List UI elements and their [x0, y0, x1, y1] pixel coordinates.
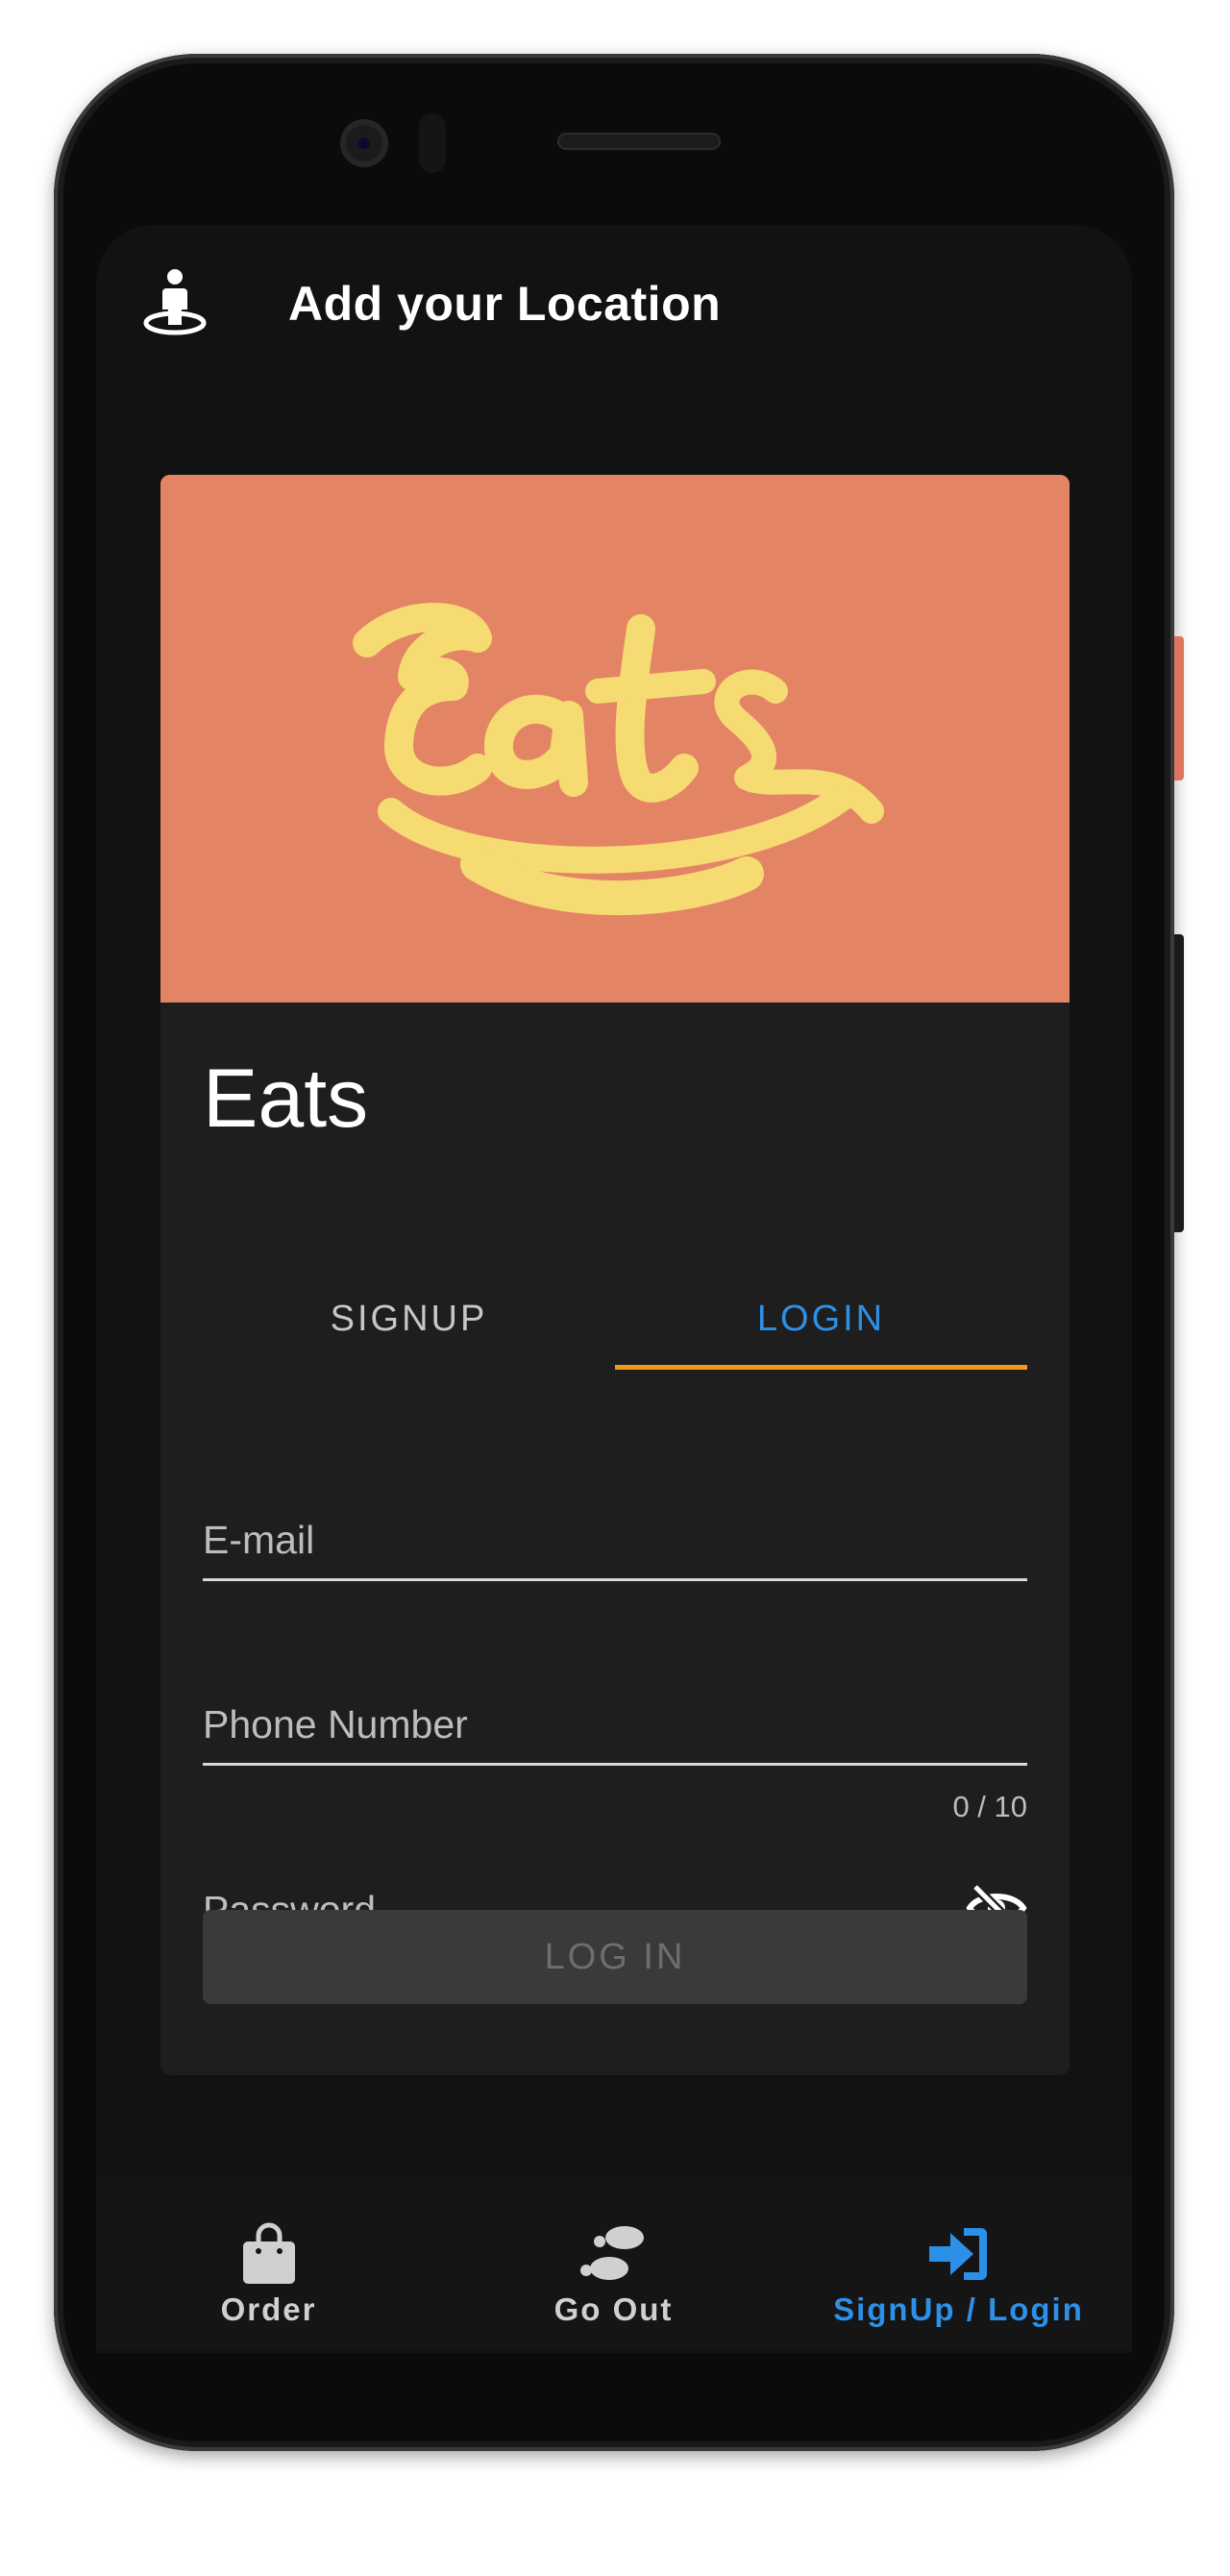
power-button — [1174, 636, 1184, 780]
earpiece-speaker — [557, 133, 721, 150]
auth-card: Eats SIGNUP LOGIN 0 / 10 LOG IN — [160, 475, 1070, 2075]
app-name: Eats — [203, 1053, 369, 1145]
phone-char-counter: 0 / 10 — [952, 1790, 1027, 1823]
bottom-navigation: Order Go Out SignUp / Login — [96, 2176, 1132, 2349]
volume-button — [1174, 934, 1184, 1232]
app-screen: Add your Location Eats SIGNUP LOGIN E-ma… — [96, 225, 1132, 2353]
nav-label-go-out: Go Out — [554, 2291, 674, 2327]
shopping-bag-icon — [242, 2222, 295, 2284]
nav-order[interactable]: Order — [96, 2176, 441, 2349]
page-title: Add your Location — [288, 277, 722, 331]
nav-label-order: Order — [220, 2291, 317, 2327]
nav-label-signup-login: SignUp / Login — [833, 2291, 1084, 2327]
nav-signup-login[interactable]: SignUp / Login — [786, 2176, 1131, 2349]
phone-input[interactable] — [203, 1696, 952, 1753]
sign-in-icon — [928, 2228, 987, 2280]
phone-field — [203, 1667, 1027, 1766]
tab-signup[interactable]: SIGNUP — [203, 1273, 615, 1365]
log-in-button[interactable]: LOG IN — [203, 1910, 1027, 2004]
nav-go-out[interactable]: Go Out — [441, 2176, 786, 2349]
eats-banner — [160, 475, 1070, 1003]
active-tab-indicator — [615, 1365, 1027, 1370]
eats-logo — [160, 475, 1070, 1003]
footprints-icon — [579, 2226, 644, 2280]
proximity-sensor — [419, 113, 446, 173]
auth-tabs: SIGNUP LOGIN — [203, 1273, 1027, 1370]
email-input[interactable] — [203, 1511, 952, 1569]
top-app-bar: Add your Location — [96, 225, 1132, 375]
front-camera — [340, 119, 388, 167]
tab-login[interactable]: LOGIN — [615, 1273, 1027, 1365]
email-field — [203, 1482, 1027, 1581]
location-person-icon[interactable] — [138, 267, 211, 340]
